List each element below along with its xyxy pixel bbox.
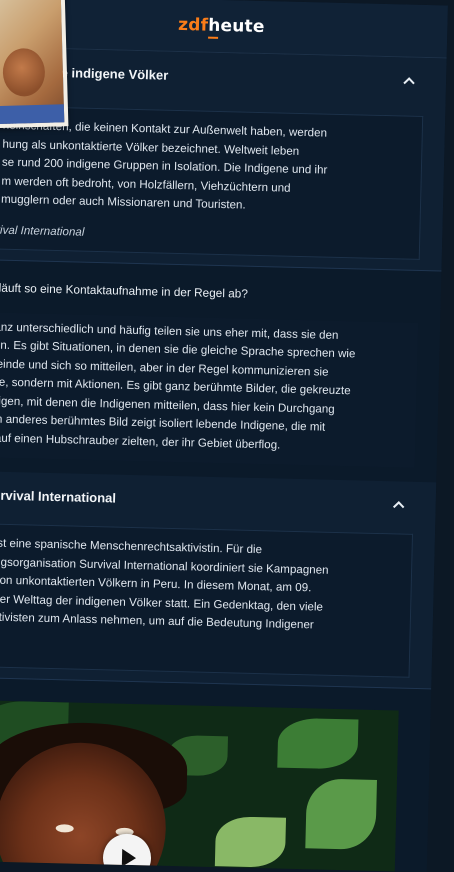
article-screen: zdfheute ze indigene Völker neinschaften… (0, 0, 448, 872)
author-photo (0, 0, 69, 129)
foliage (277, 717, 359, 770)
accordion-survival-international: Survival International ist eine spanisch… (0, 471, 437, 690)
child-eye (55, 824, 74, 833)
foliage (305, 778, 377, 850)
accordion-title-2: Survival International (0, 486, 117, 506)
chevron-up-icon[interactable] (402, 72, 416, 88)
photo-face (2, 47, 46, 97)
logo-heute: heute (207, 15, 265, 38)
accordion-paragraph-2: ist eine spanische Menschenrechtsaktivis… (0, 536, 329, 632)
answer-text: ganz unterschiedlich und häufig teilen s… (0, 319, 356, 452)
logo-zdf: zdf (177, 14, 209, 36)
interview-answer: ganz unterschiedlich und häufig teilen s… (0, 311, 419, 468)
accordion-content: neinschaften, die keinen Kontakt zur Auß… (0, 105, 424, 260)
zdfheute-logo[interactable]: zdfheute (178, 15, 265, 37)
photo-clothing (0, 104, 65, 125)
accordion-header-2[interactable]: Survival International (0, 471, 436, 528)
foliage (214, 816, 287, 868)
source-credit: rvival International (0, 222, 85, 239)
chevron-up-icon[interactable] (392, 496, 406, 512)
accordion-content-2: ist eine spanische Menschenrechtsaktivis… (0, 523, 414, 678)
accordion-title: ze indigene Völker (54, 64, 169, 83)
play-icon (121, 848, 137, 868)
video-player[interactable] (0, 700, 399, 872)
accordion-paragraph: neinschaften, die keinen Kontakt zur Auß… (0, 118, 328, 212)
